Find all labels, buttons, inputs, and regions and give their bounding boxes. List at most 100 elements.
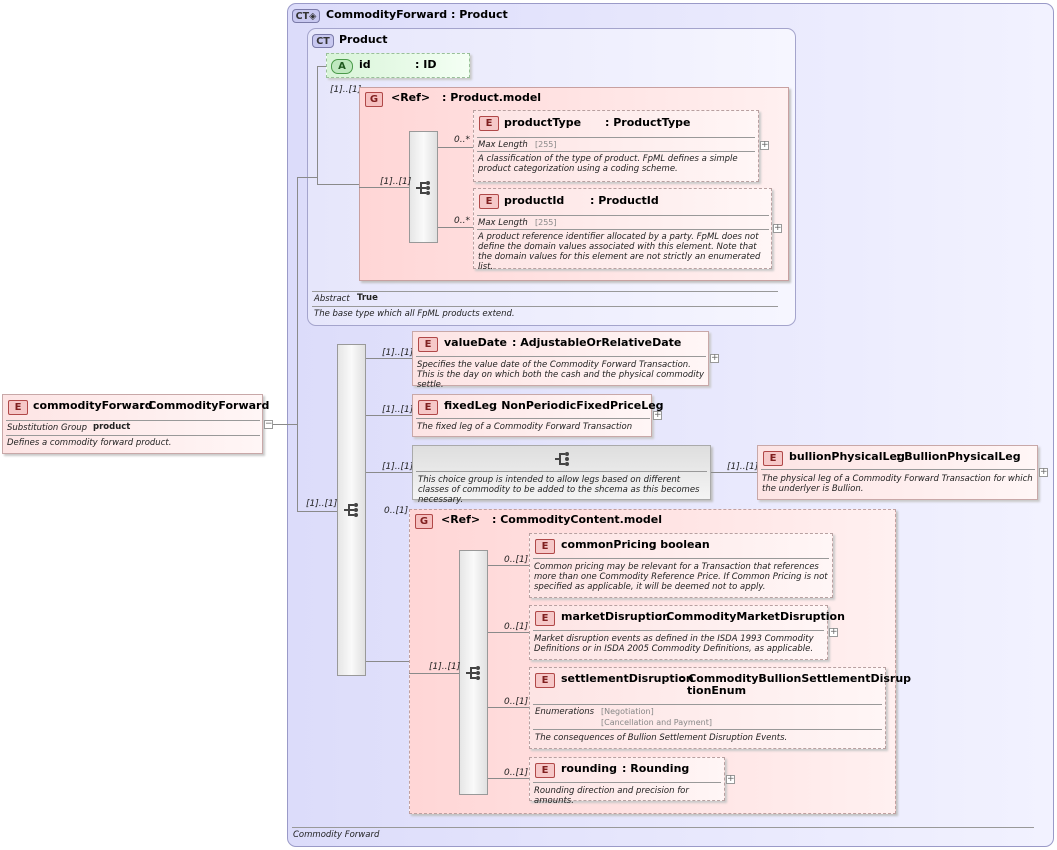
- facet-value: [255]: [535, 218, 557, 227]
- sequence-icon: [466, 666, 480, 680]
- element-productId[interactable]: E productId : ProductId Max Length [255]…: [473, 188, 772, 272]
- element-type: : AdjustableOrRelativeDate: [512, 336, 682, 349]
- expand-icon[interactable]: +: [726, 775, 735, 784]
- abstract-value: True: [357, 293, 378, 303]
- element-doc: The consequences of Bullion Settlement D…: [535, 733, 788, 743]
- element-badge: E: [479, 116, 499, 131]
- element-doc: The fixed leg of a Commodity Forward Tra…: [417, 422, 633, 432]
- element-doc: Common pricing may be relevant for a Tra…: [534, 562, 828, 592]
- element-badge: E: [418, 337, 438, 352]
- element-type: : boolean: [652, 538, 710, 551]
- expand-icon[interactable]: +: [710, 354, 719, 363]
- element-name: productId: [504, 194, 565, 207]
- element-settlementDisruption[interactable]: E settlementDisruption : CommodityBullio…: [529, 667, 911, 749]
- collapse-icon[interactable]: −: [264, 420, 273, 429]
- productType-card: 0..*: [454, 135, 470, 145]
- sep: [533, 782, 721, 783]
- sep: [477, 215, 769, 216]
- product-seq-card: [1]..[1]: [380, 177, 412, 187]
- connector: [409, 673, 459, 674]
- facet-label: Enumerations: [535, 707, 595, 717]
- commonPricing-card: 0..[1]: [504, 555, 529, 565]
- connector: [438, 227, 473, 228]
- element-badge: E: [8, 400, 28, 415]
- element-commonPricing[interactable]: E commonPricing : boolean Common pricing…: [529, 533, 833, 598]
- element-doc: Market disruption events as defined in t…: [534, 634, 814, 654]
- connector: [297, 511, 337, 512]
- productId-card: 0..*: [454, 216, 470, 226]
- product-separator-1: [312, 291, 778, 292]
- sep: [416, 471, 707, 472]
- facet-label: Max Length: [478, 140, 528, 150]
- sep: [477, 137, 755, 138]
- element-bullionPhysicalLeg[interactable]: E bullionPhysicalLeg : BullionPhysicalLe…: [757, 445, 1038, 500]
- sequence-icon: [344, 503, 358, 517]
- attribute-id[interactable]: A id : ID: [326, 53, 470, 78]
- connector: [711, 472, 757, 473]
- substitution-label: Substitution Group: [7, 423, 88, 433]
- complex-type-doc: Commodity Forward: [293, 830, 380, 840]
- connector: [366, 472, 412, 473]
- expand-icon[interactable]: +: [1039, 468, 1048, 477]
- element-doc: Rounding direction and precision for amo…: [534, 786, 689, 806]
- element-name: productType: [504, 116, 582, 129]
- element-type: : CommodityMarketDisruption: [658, 610, 845, 623]
- sep: [477, 151, 755, 152]
- element-type: : ProductType: [605, 116, 691, 129]
- element-name: settlementDisruption: [561, 672, 694, 685]
- element-productType[interactable]: E productType : ProductType Max Length […: [473, 110, 759, 182]
- substitution-value: product: [93, 422, 131, 432]
- sep: [416, 356, 706, 357]
- sep: [6, 420, 260, 421]
- element-badge: E: [535, 611, 555, 626]
- connector: [488, 707, 529, 708]
- bullion-card: [1]..[1]: [727, 462, 759, 472]
- group-badge: G: [415, 514, 433, 529]
- expand-icon[interactable]: +: [773, 224, 782, 233]
- element-doc: A product reference identifier allocated…: [478, 232, 761, 272]
- enum-value-1: [Negotiation]: [601, 707, 654, 716]
- sep: [533, 729, 882, 730]
- enum-value-2: [Cancellation and Payment]: [601, 718, 712, 727]
- element-marketDisruption[interactable]: E marketDisruption : CommodityMarketDisr…: [529, 605, 845, 660]
- element-name: fixedLeg: [444, 399, 497, 412]
- element-doc: Specifies the value date of the Commodit…: [417, 360, 705, 390]
- element-type: : BullionPhysicalLeg: [896, 450, 1021, 463]
- choice-doc: This choice group is intended to allow l…: [418, 475, 700, 505]
- sep: [533, 704, 882, 705]
- connector: [317, 66, 326, 67]
- connector: [317, 66, 318, 184]
- element-valueDate[interactable]: E valueDate : AdjustableOrRelativeDate S…: [412, 331, 709, 390]
- valueDate-card: [1]..[1]: [382, 348, 414, 358]
- sep: [761, 469, 1035, 470]
- element-name: rounding: [561, 762, 617, 775]
- product-title: Product: [339, 33, 388, 46]
- expand-icon[interactable]: +: [760, 141, 769, 150]
- fixedLeg-card: [1]..[1]: [382, 405, 414, 415]
- connector: [359, 187, 409, 188]
- product-badge: CT: [312, 34, 334, 48]
- element-commodityForward[interactable]: E commodityForward : CommodityForward Su…: [2, 394, 269, 454]
- expand-icon[interactable]: +: [829, 628, 838, 637]
- connector: [488, 778, 529, 779]
- sep: [533, 630, 824, 631]
- attribute-badge: A: [331, 59, 353, 74]
- group-badge: G: [365, 92, 383, 107]
- element-doc: The physical leg of a Commodity Forward …: [762, 474, 1033, 494]
- element-type: : Rounding: [622, 762, 690, 775]
- choice-group[interactable]: This choice group is intended to allow l…: [412, 445, 711, 505]
- element-name: valueDate: [444, 336, 507, 349]
- element-name: commonPricing: [561, 538, 657, 551]
- element-rounding[interactable]: E rounding : Rounding Rounding direction…: [529, 757, 725, 806]
- expand-icon[interactable]: +: [653, 411, 662, 420]
- element-type: : CommodityForward: [140, 399, 270, 412]
- facet-value: [255]: [535, 140, 557, 149]
- sep: [477, 229, 769, 230]
- connector: [366, 358, 412, 359]
- choice-icon: [555, 452, 569, 466]
- complex-type-title: CommodityForward : Product: [326, 8, 508, 21]
- connector: [317, 184, 359, 185]
- element-type: : ProductId: [590, 194, 659, 207]
- group-ref: <Ref>: [391, 91, 431, 104]
- element-fixedLeg[interactable]: E fixedLeg : NonPeriodicFixedPriceLeg Th…: [412, 394, 664, 437]
